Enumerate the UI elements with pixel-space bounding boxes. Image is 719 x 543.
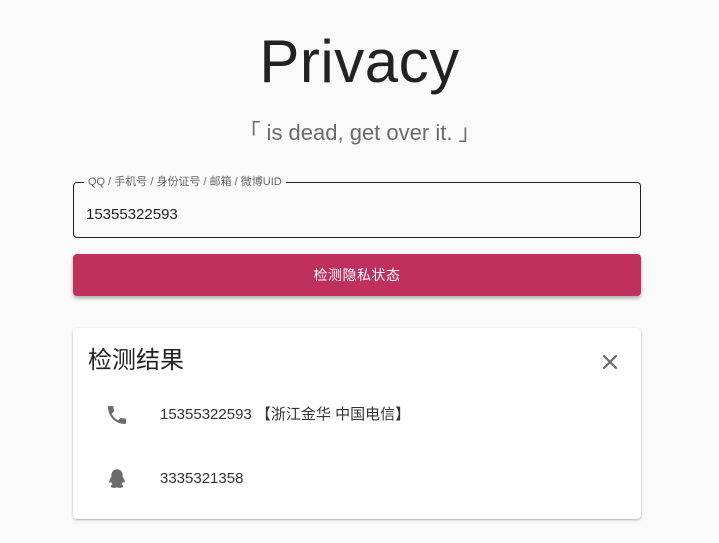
- result-text-qq: 3335321358: [160, 470, 244, 487]
- results-title: 检测结果: [88, 347, 184, 374]
- result-text-phone: 15355322593 【浙江金华 中国电信】: [160, 406, 411, 423]
- phone-icon: [108, 406, 126, 424]
- page-subtitle: 「 is dead, get over it. 」: [238, 120, 481, 145]
- close-icon: [602, 354, 618, 370]
- page: Privacy 「 is dead, get over it. 」 QQ / 手…: [0, 0, 719, 543]
- results-card: 检测结果 15355322593 【浙江金华 中国电信】 3335321358: [73, 328, 641, 519]
- search-field[interactable]: QQ / 手机号 / 身份证号 / 邮箱 / 微博UID: [73, 175, 641, 238]
- check-privacy-button[interactable]: 检测隐私状态: [73, 254, 641, 296]
- result-row-phone: 15355322593 【浙江金华 中国电信】: [73, 395, 641, 435]
- qq-penguin-icon: [109, 469, 125, 488]
- search-input[interactable]: [74, 183, 640, 237]
- page-title: Privacy: [259, 28, 460, 95]
- result-row-qq: 3335321358: [73, 459, 641, 499]
- close-button[interactable]: [594, 346, 626, 378]
